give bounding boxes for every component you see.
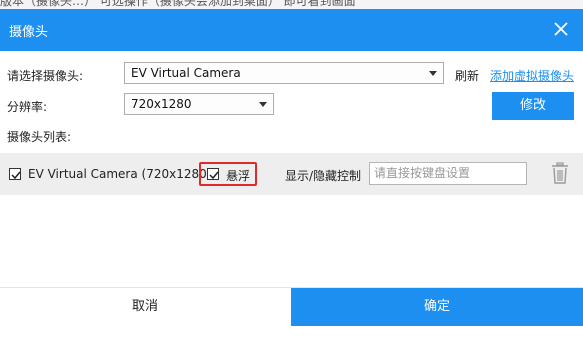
add-virtual-camera-link[interactable]: 添加虚拟摄像头	[490, 67, 574, 84]
background-text: 版本（摄像头…） 可选操作（摄像头会添加到桌面） 即可看到画面	[0, 0, 356, 8]
camera-select-value: EV Virtual Camera	[131, 66, 241, 80]
chevron-down-icon	[429, 71, 437, 76]
refresh-button[interactable]: 刷新	[455, 67, 479, 84]
close-icon[interactable]	[551, 19, 571, 39]
camera-name: EV Virtual Camera (720x1280)	[28, 167, 212, 181]
hotkey-input[interactable]	[370, 163, 528, 183]
camera-enable-checkbox[interactable]	[9, 168, 21, 180]
hotkey-field[interactable]	[369, 162, 528, 185]
trash-icon[interactable]	[550, 162, 570, 184]
resolution-select[interactable]: 720x1280	[124, 93, 274, 115]
resolution-select-value: 720x1280	[131, 97, 192, 111]
chevron-down-icon	[259, 102, 267, 107]
toggle-control-label: 显示/隐藏控制	[285, 169, 362, 183]
dialog-title: 摄像头	[9, 25, 49, 40]
confirm-button[interactable]: 确定	[291, 288, 583, 326]
dialog-bottom	[0, 326, 583, 349]
resolution-label: 分辨率:	[7, 100, 48, 114]
float-checkbox[interactable]	[207, 168, 219, 180]
float-label: 悬浮	[226, 169, 251, 183]
cancel-button[interactable]: 取消	[0, 288, 290, 326]
modify-button[interactable]: 修改	[492, 92, 574, 120]
camera-select[interactable]: EV Virtual Camera	[124, 62, 444, 84]
camera-list-label: 摄像头列表:	[7, 130, 72, 144]
select-camera-label: 请选择摄像头:	[7, 69, 84, 83]
dialog-titlebar: 摄像头	[0, 9, 583, 51]
background-window-strip: 版本（摄像头…） 可选操作（摄像头会添加到桌面） 即可看到画面	[0, 0, 583, 9]
